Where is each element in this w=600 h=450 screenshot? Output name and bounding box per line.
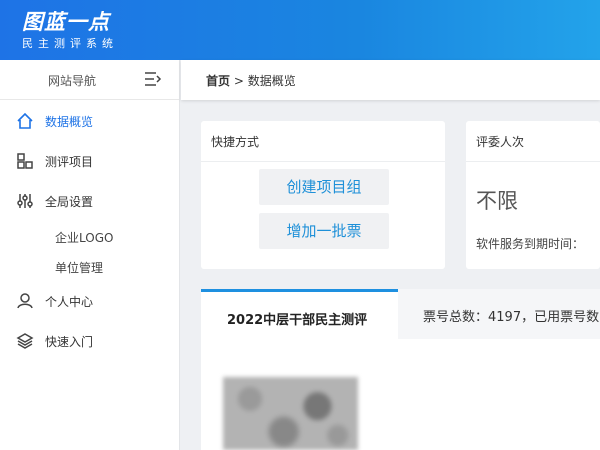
logo-subtitle: 民主测评系统 [22, 37, 118, 50]
user-icon [17, 293, 33, 309]
breadcrumb: 首页 > 数据概览 [206, 72, 296, 89]
sidebar-nav-title: 网站导航 [48, 74, 97, 88]
reviewers-card-title: 评委人次 [476, 135, 525, 149]
sidebar-subitem-label: 单位管理 [55, 261, 104, 275]
ticket-count-info: 票号总数：4197，已用票号数 [423, 310, 600, 325]
reviewers-count-value: 不限 [476, 189, 518, 213]
sidebar-item-label: 快速入门 [45, 335, 94, 349]
add-ticket-batch-button[interactable]: 增加一批票 [259, 213, 389, 249]
sidebar-item-label: 个人中心 [45, 295, 94, 309]
tab-project-2022[interactable]: 2022中层干部民主测评 [201, 289, 398, 339]
sidebar-header: 网站导航 [0, 60, 179, 100]
app-header: 图蓝一点 民主测评系统 [0, 0, 600, 60]
layers-icon [16, 333, 34, 349]
service-expire-label: 软件服务到期时间： [476, 237, 585, 251]
reviewers-card: 评委人次 不限 软件服务到期时间： [466, 121, 600, 269]
tab-strip: 2022中层干部民主测评 票号总数：4197，已用票号数 [201, 289, 600, 339]
sliders-icon [17, 194, 33, 208]
sidebar-subitem-label: 企业LOGO [55, 231, 114, 245]
sidebar-item-label: 全局设置 [45, 195, 94, 209]
home-icon [17, 112, 33, 129]
sidebar-item-settings[interactable]: 全局设置 [0, 181, 179, 221]
card-divider [201, 161, 445, 162]
qr-code-image [223, 377, 358, 450]
breadcrumb-bar: 首页 > 数据概览 [181, 60, 600, 100]
tab-label: 2022中层干部民主测评 [227, 313, 368, 328]
breadcrumb-separator: > [233, 74, 244, 88]
project-tab-panel: 2022中层干部民主测评 票号总数：4197，已用票号数 [201, 289, 600, 450]
sidebar-subitem-logo[interactable]: 企业LOGO [0, 221, 179, 251]
shortcut-card: 快捷方式 创建项目组 增加一批票 [201, 121, 445, 269]
shortcut-card-title: 快捷方式 [211, 135, 260, 149]
sidebar-item-overview[interactable]: 数据概览 [0, 101, 179, 141]
sidebar-subitem-units[interactable]: 单位管理 [0, 251, 179, 281]
sidebar: 网站导航 数据概览 测评项目 全局设置 企业LOGO 单位管理 个人中心 快速入… [0, 60, 180, 450]
sidebar-item-label: 数据概览 [45, 115, 94, 129]
sidebar-item-label: 测评项目 [45, 155, 94, 169]
sidebar-item-profile[interactable]: 个人中心 [0, 281, 179, 321]
breadcrumb-home[interactable]: 首页 [206, 74, 230, 88]
create-project-group-button[interactable]: 创建项目组 [259, 169, 389, 205]
breadcrumb-current: 数据概览 [247, 74, 296, 88]
menu-toggle-icon[interactable] [144, 71, 162, 87]
logo-title: 图蓝一点 [22, 10, 110, 34]
grid-icon [17, 153, 33, 169]
card-divider [466, 161, 600, 162]
sidebar-item-quickstart[interactable]: 快速入门 [0, 321, 179, 361]
sidebar-item-projects[interactable]: 测评项目 [0, 141, 179, 181]
